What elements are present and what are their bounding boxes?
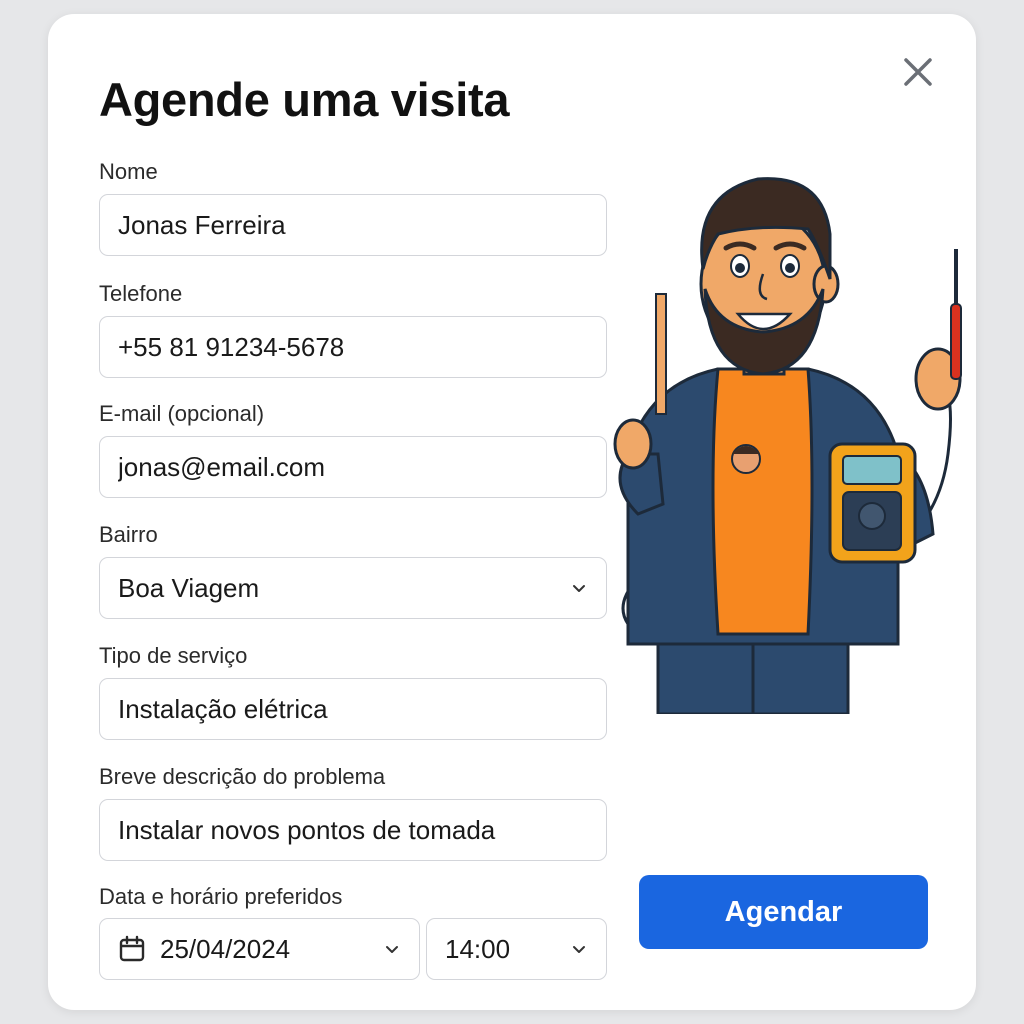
phone-input-value: +55 81 91234-5678	[118, 331, 345, 362]
description-input[interactable]: Instalar novos pontos de tomada	[99, 799, 607, 861]
neighborhood-label: Bairro	[99, 522, 158, 547]
electrician-illustration	[613, 177, 962, 714]
phone-label: Telefone	[99, 281, 183, 306]
email-input-value: jonas@email.com	[118, 451, 326, 482]
neighborhood-select[interactable]: Boa Viagem	[99, 557, 607, 619]
name-input[interactable]: Jonas Ferreira	[99, 194, 607, 256]
neighborhood-select-value: Boa Viagem	[118, 572, 260, 603]
chevron-down-icon	[573, 946, 585, 953]
service-type-input-value: Instalação elétrica	[118, 693, 328, 724]
schedule-visit-modal: Agende uma visita Nome Jonas Ferreira Te…	[48, 14, 976, 1010]
email-label: E-mail (opcional)	[99, 401, 265, 426]
service-type-input[interactable]: Instalação elétrica	[99, 678, 607, 740]
name-input-value: Jonas Ferreira	[118, 209, 286, 240]
calendar-icon	[119, 935, 145, 962]
modal-title: Agende uma visita	[99, 73, 510, 126]
description-input-value: Instalar novos pontos de tomada	[118, 814, 496, 845]
date-picker-value: 25/04/2024	[160, 933, 291, 964]
schedule-label: Data e horário preferidos	[99, 884, 343, 909]
name-label: Nome	[99, 159, 158, 184]
close-icon[interactable]	[900, 54, 936, 90]
date-picker[interactable]: 25/04/2024	[99, 918, 420, 980]
description-label: Breve descrição do problema	[99, 764, 386, 789]
service-type-label: Tipo de serviço	[99, 643, 248, 668]
time-select[interactable]: 14:00	[426, 918, 607, 980]
phone-input[interactable]: +55 81 91234-5678	[99, 316, 607, 378]
time-select-value: 14:00	[445, 933, 511, 964]
email-input[interactable]: jonas@email.com	[99, 436, 607, 498]
schedule-submit-button[interactable]: Agendar	[639, 875, 928, 949]
chevron-down-icon	[386, 946, 398, 953]
